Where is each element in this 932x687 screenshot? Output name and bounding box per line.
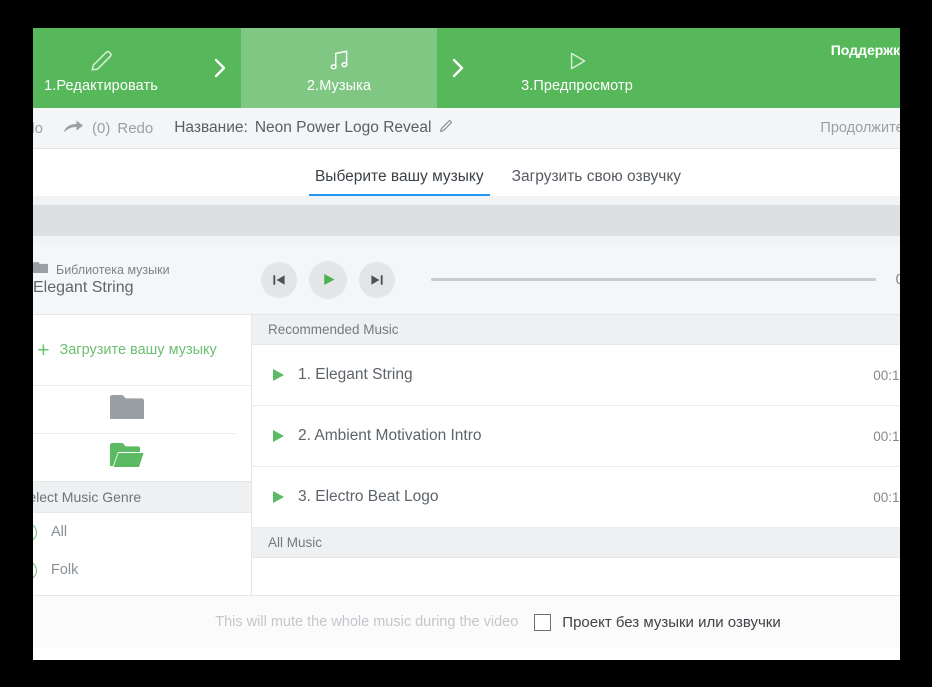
- video-duration-label: Продолжительность вид: [820, 120, 900, 136]
- play-icon[interactable]: [272, 429, 290, 443]
- project-title-prefix: Название:: [174, 119, 248, 136]
- skip-previous-icon[interactable]: [261, 261, 297, 298]
- step-preview[interactable]: 3.Предпросмотр: [479, 28, 675, 108]
- redo-button[interactable]: (0) Redo: [52, 117, 162, 139]
- folder-icon: [110, 394, 144, 425]
- track-title: 2. Ambient Motivation Intro: [298, 427, 482, 444]
- track-title: 3. Electro Beat Logo: [298, 488, 439, 505]
- play-icon[interactable]: [272, 490, 290, 504]
- no-music-checkbox[interactable]: [534, 613, 552, 631]
- plus-icon: +: [37, 338, 50, 362]
- music-footer: This will mute the whole music during th…: [33, 595, 900, 648]
- genre-option-folk-label: Folk: [51, 562, 79, 578]
- table-row[interactable]: +: [252, 558, 900, 595]
- undo-label: ndo: [33, 119, 44, 137]
- header-right-group: Поддержка & Часто З М: [831, 28, 900, 108]
- step-edit[interactable]: 1.Редактировать: [33, 28, 199, 108]
- genre-option-all[interactable]: All: [33, 513, 251, 551]
- edit-pencil-icon[interactable]: [438, 118, 454, 139]
- step-preview-label: 3.Предпросмотр: [521, 78, 633, 94]
- folder-icon: [33, 262, 48, 277]
- track-duration: 00:15: [873, 428, 900, 444]
- music-tabs: Выберите вашу музыку Загрузить свою озву…: [33, 149, 900, 196]
- no-music-checkbox-label: Проект без музыки или озвучки: [562, 613, 781, 631]
- table-row[interactable]: 1. Elegant String 00:15 +: [252, 345, 900, 406]
- play-icon[interactable]: [309, 260, 347, 299]
- library-row: Библиотека музыки: [33, 262, 261, 277]
- table-row[interactable]: 3. Electro Beat Logo 00:15 +: [252, 467, 900, 528]
- timeline-strip: 0:15: [33, 196, 900, 245]
- project-title-group[interactable]: Название: Neon Power Logo Reveal: [174, 118, 454, 139]
- upload-music-label: Загрузите вашу музыку: [59, 342, 217, 358]
- track-title: 1. Elegant String: [298, 366, 413, 383]
- project-title-value: Neon Power Logo Reveal: [254, 119, 432, 136]
- screenshot-stage: 1.Редактировать 2.Музыка 3.Предпросмотр …: [0, 0, 932, 687]
- table-row[interactable]: 2. Ambient Motivation Intro 00:15 +: [252, 406, 900, 467]
- app-page: 1.Редактировать 2.Музыка 3.Предпросмотр …: [33, 28, 900, 660]
- app-page-inner: 1.Редактировать 2.Музыка 3.Предпросмотр …: [33, 28, 900, 660]
- audio-player-bar: Библиотека музыки Elegant String 0: [33, 245, 900, 315]
- editor-toolbar: ndo (0) Redo Название: Neon Power Logo R…: [33, 108, 900, 149]
- no-music-checkbox-group[interactable]: Проект без музыки или озвучки: [534, 613, 781, 631]
- step-navigation-bar: 1.Редактировать 2.Музыка 3.Предпросмотр …: [33, 28, 900, 108]
- section-all-music: All Music: [252, 528, 900, 558]
- music-note-icon: [326, 46, 352, 76]
- step-music[interactable]: 2.Музыка: [241, 28, 437, 108]
- chevron-right-icon-1: [199, 28, 241, 108]
- tab-choose-music[interactable]: Выберите вашу музыку: [301, 168, 498, 196]
- upload-music-button[interactable]: + Загрузите вашу музыку: [33, 315, 251, 386]
- track-duration: 00:15: [873, 489, 900, 505]
- redo-label: Redo: [117, 119, 154, 137]
- step-music-label: 2.Музыка: [306, 78, 372, 94]
- music-list-pane: Recommended Music 1. Elegant String 00:1…: [252, 315, 900, 595]
- folder-open-icon: [110, 442, 144, 473]
- genre-option-all-label: All: [51, 524, 68, 540]
- step-edit-label: 1.Редактировать: [44, 78, 158, 94]
- folder-closed-row[interactable]: [33, 386, 251, 433]
- play-triangle-icon: [563, 46, 591, 76]
- library-label: Библиотека музыки: [56, 262, 170, 277]
- player-time-range: 00:00-00:15: [895, 271, 900, 288]
- skip-next-icon[interactable]: [359, 261, 395, 298]
- player-track-info: Библиотека музыки Elegant String: [33, 262, 261, 297]
- audio-track-bar[interactable]: [33, 205, 900, 236]
- undo-button[interactable]: ndo: [33, 120, 52, 137]
- genre-section-header: Select Music Genre: [33, 481, 251, 513]
- player-track-name: Elegant String: [33, 279, 134, 296]
- folder-open-row[interactable]: [33, 434, 251, 481]
- mute-hint-text: This will mute the whole music during th…: [215, 614, 519, 630]
- track-duration: 00:15: [873, 367, 900, 383]
- play-icon[interactable]: [272, 368, 290, 382]
- music-body: + Загрузите вашу музыку lect Music Genre…: [33, 315, 900, 595]
- player-transport-controls: [261, 260, 395, 299]
- radio-icon-selected: [33, 522, 37, 542]
- support-faq-link[interactable]: Поддержка & Часто З: [831, 42, 900, 58]
- redo-count: (0): [92, 119, 111, 137]
- music-sidebar: + Загрузите вашу музыку lect Music Genre…: [33, 315, 252, 595]
- pencil-icon: [87, 46, 115, 76]
- genre-option-folk[interactable]: Folk: [33, 551, 251, 589]
- radio-icon-unselected: [33, 560, 37, 580]
- section-recommended-music: Recommended Music: [252, 315, 900, 345]
- redo-arrow-icon: [61, 117, 85, 139]
- tab-upload-voiceover[interactable]: Загрузить свою озвучку: [498, 168, 695, 196]
- player-seek-slider[interactable]: [431, 278, 876, 281]
- chevron-right-icon-2: [437, 28, 479, 108]
